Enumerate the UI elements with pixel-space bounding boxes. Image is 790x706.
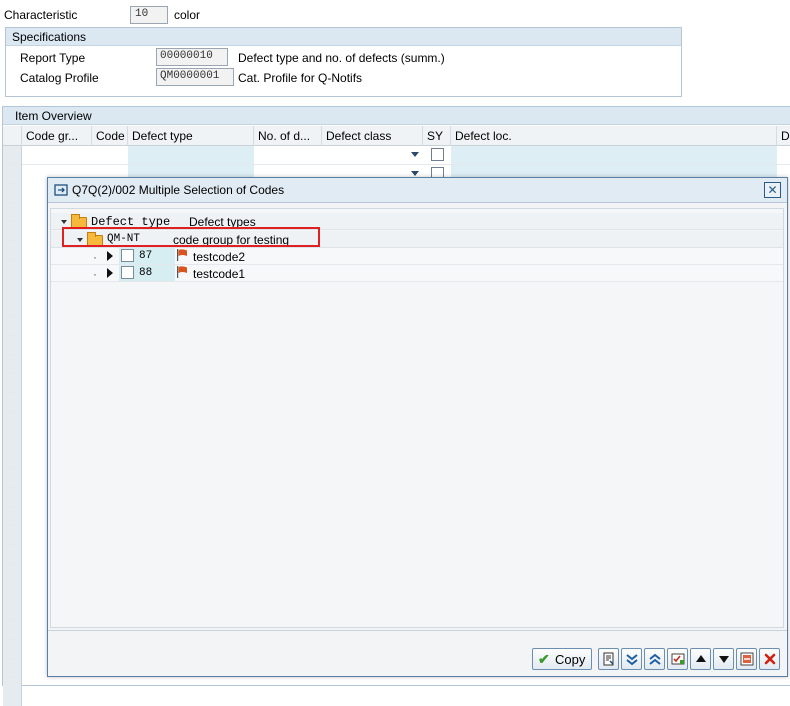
chevron-down-icon[interactable] <box>411 171 419 176</box>
checkmark-icon: ✔ <box>538 651 550 667</box>
characteristic-number-field[interactable]: 10 <box>130 6 168 24</box>
characteristic-value: color <box>174 8 201 22</box>
catalog-profile-label: Catalog Profile <box>20 71 99 85</box>
multiple-selection-dialog: Q7Q(2)/002 Multiple Selection of Codes ✕… <box>47 177 788 677</box>
item-checkbox[interactable] <box>121 249 134 262</box>
flag-icon <box>177 266 187 278</box>
highlight-annotation <box>62 227 320 247</box>
select-all-cell[interactable] <box>3 126 22 146</box>
deselect-button[interactable] <box>736 648 757 670</box>
sy-checkbox[interactable] <box>431 148 444 161</box>
report-type-label: Report Type <box>20 51 86 65</box>
tree-item-code: 87 <box>139 250 153 262</box>
expand-arrow-icon[interactable] <box>107 268 113 278</box>
footer-separator <box>48 630 787 631</box>
code-tree: Defect type Defect types QM-NT code grou… <box>50 208 784 628</box>
report-type-field[interactable]: 00000010 <box>156 48 228 66</box>
expand-arrow-icon[interactable] <box>61 220 67 224</box>
column-header-no-of-defects[interactable]: No. of d... <box>254 126 322 146</box>
column-header-de[interactable]: De <box>777 126 790 146</box>
details-icon <box>603 652 614 666</box>
collapse-all-button[interactable] <box>644 648 665 670</box>
specifications-title: Specifications <box>6 28 681 46</box>
tree-item-code: 88 <box>139 267 153 279</box>
dialog-title-bar[interactable]: Q7Q(2)/002 Multiple Selection of Codes ✕ <box>48 178 787 203</box>
defect-type-cell[interactable] <box>128 146 254 164</box>
close-icon[interactable]: ✕ <box>764 182 781 198</box>
select-all-button[interactable] <box>667 648 688 670</box>
row-selector-column[interactable] <box>3 146 22 706</box>
expand-all-icon <box>625 654 638 666</box>
defect-location-cell[interactable] <box>451 146 777 164</box>
catalog-profile-field[interactable]: QM0000001 <box>156 68 234 86</box>
column-header-sy[interactable]: SY <box>423 126 451 146</box>
move-down-button[interactable] <box>713 648 734 670</box>
column-header-code[interactable]: Code <box>92 126 128 146</box>
report-type-description: Defect type and no. of defects (summ.) <box>238 51 445 65</box>
characteristic-label: Characteristic <box>4 8 78 22</box>
cancel-icon <box>764 653 775 665</box>
expand-all-button[interactable] <box>621 648 642 670</box>
column-header-defect-location[interactable]: Defect loc. <box>451 126 777 146</box>
item-overview-title: Item Overview <box>3 107 790 125</box>
dialog-title: Q7Q(2)/002 Multiple Selection of Codes <box>72 183 285 197</box>
dialog-window-icon <box>54 184 68 196</box>
tree-item[interactable]: · 88 testcode1 <box>51 265 783 282</box>
column-header-defect-class[interactable]: Defect class <box>322 126 423 146</box>
select-all-icon <box>671 653 684 665</box>
catalog-profile-description: Cat. Profile for Q-Notifs <box>238 71 363 85</box>
chevron-down-icon[interactable] <box>411 152 419 157</box>
collapse-all-icon <box>648 653 661 665</box>
column-header-defect-type[interactable]: Defect type <box>128 126 254 146</box>
cancel-button[interactable] <box>759 648 780 670</box>
details-button[interactable] <box>598 648 619 670</box>
column-header-code-group[interactable]: Code gr... <box>22 126 92 146</box>
specifications-group: Specifications Report Type 00000010 Defe… <box>5 27 682 97</box>
move-down-icon <box>718 656 729 663</box>
flag-icon <box>177 249 187 261</box>
expand-arrow-icon[interactable] <box>107 251 113 261</box>
tree-item[interactable]: · 87 testcode2 <box>51 248 783 265</box>
tree-item-text: testcode1 <box>193 267 246 281</box>
move-up-button[interactable] <box>690 648 711 670</box>
copy-label: Copy <box>555 652 586 667</box>
deselect-icon <box>740 652 753 666</box>
copy-button[interactable]: ✔ Copy <box>532 648 592 670</box>
tree-item-text: testcode2 <box>193 250 246 264</box>
item-checkbox[interactable] <box>121 266 134 279</box>
table-header: Code gr... Code Defect type No. of d... … <box>3 126 790 146</box>
move-up-icon <box>695 655 706 662</box>
